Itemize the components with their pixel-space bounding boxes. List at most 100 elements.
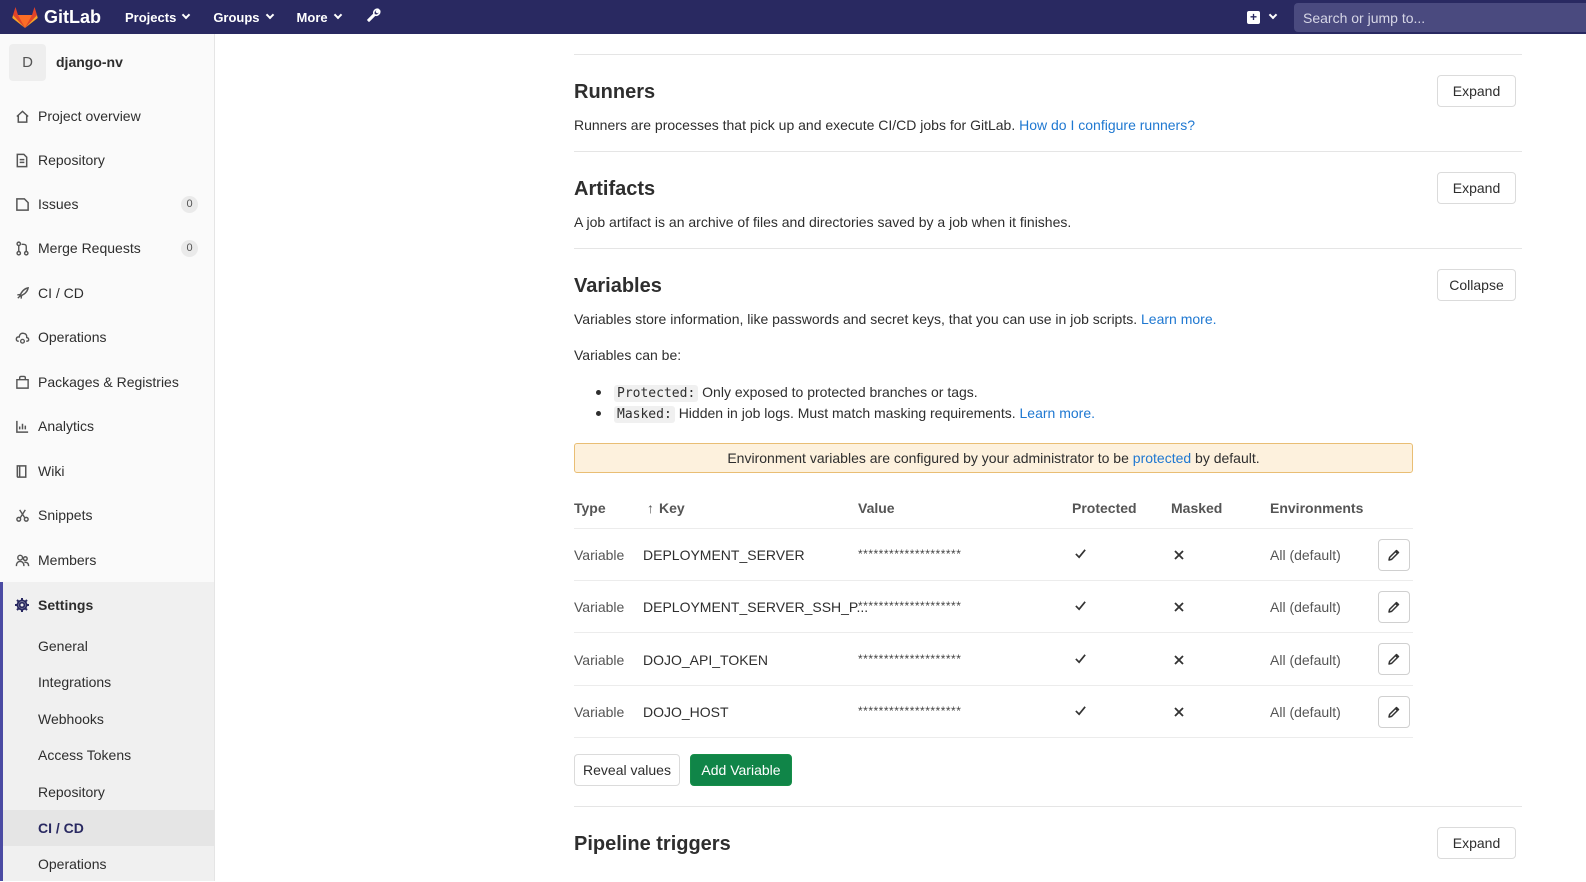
sidebar-item-label: Snippets	[38, 507, 93, 523]
settings-sub-repository[interactable]: Repository	[3, 774, 214, 810]
row-value: ********************	[858, 547, 962, 561]
runners-desc-text: Runners are processes that pick up and e…	[574, 117, 1016, 133]
nav-more[interactable]: More	[297, 10, 342, 25]
table-divider	[574, 737, 1413, 738]
row-value: ********************	[858, 704, 962, 718]
top-navbar: GitLab Projects Groups More + Search or …	[0, 0, 1586, 34]
variables-learn-more-link[interactable]: Learn more.	[1141, 311, 1216, 327]
table-divider	[574, 528, 1413, 529]
sidebar-item-analytics[interactable]: Analytics	[0, 404, 214, 448]
doc-icon	[14, 152, 30, 168]
pencil-icon	[1388, 653, 1400, 665]
sidebar-item-ci-cd[interactable]: CI / CD	[0, 271, 214, 315]
sidebar-item-operations[interactable]: Operations	[0, 315, 214, 359]
issues-count-badge: 0	[181, 195, 198, 213]
new-dropdown-button[interactable]: +	[1247, 10, 1278, 24]
close-icon	[1173, 600, 1185, 616]
row-type: Variable	[574, 652, 625, 668]
navbar-right: + Search or jump to...	[1247, 0, 1586, 34]
list-item: Protected: Only exposed to protected bra…	[596, 382, 1095, 403]
sidebar-item-label: Project overview	[38, 108, 141, 124]
pipeline-triggers-title: Pipeline triggers	[574, 833, 731, 855]
merge-requests-count-badge: 0	[181, 239, 198, 257]
reveal-values-button[interactable]: Reveal values	[574, 754, 680, 786]
bullet-protected: Protected: Only exposed to protected bra…	[614, 384, 978, 402]
settings-sub-ci-cd[interactable]: CI / CD	[3, 810, 214, 846]
protected-link[interactable]: protected	[1133, 450, 1191, 466]
sidebar-item-project-overview[interactable]: Project overview	[0, 94, 214, 138]
sidebar-item-label: Analytics	[38, 418, 95, 434]
check-icon	[1074, 652, 1087, 668]
users-icon	[14, 552, 30, 568]
admin-wrench-icon[interactable]	[365, 7, 381, 28]
configure-runners-link[interactable]: How do I configure runners?	[1019, 117, 1195, 133]
sidebar-item-members[interactable]: Members	[0, 538, 214, 582]
settings-sub-operations[interactable]: Operations	[3, 846, 214, 882]
add-variable-button[interactable]: Add Variable	[690, 754, 792, 786]
variables-desc-text: Variables store information, like passwo…	[574, 311, 1138, 327]
edit-variable-button[interactable]	[1378, 539, 1410, 571]
gitlab-home-link[interactable]: GitLab	[12, 5, 112, 29]
sidebar: D django-nv Project overview Repository …	[0, 34, 215, 881]
row-type: Variable	[574, 704, 625, 720]
project-avatar: D	[9, 43, 46, 81]
row-environment: All (default)	[1270, 704, 1341, 720]
chevron-down-icon	[333, 10, 342, 20]
search-input[interactable]: Search or jump to...	[1294, 3, 1586, 32]
table-divider	[574, 685, 1413, 686]
protected-text: Only exposed to protected branches or ta…	[702, 384, 978, 400]
column-header-key[interactable]: ↑ Key	[647, 500, 685, 516]
protected-variables-alert: Environment variables are configured by …	[574, 443, 1413, 473]
column-header-key-label: Key	[659, 500, 685, 516]
artifacts-title: Artifacts	[574, 178, 656, 200]
pipeline-triggers-expand-button[interactable]: Expand	[1437, 827, 1516, 859]
masked-text: Hidden in job logs. Must match masking r…	[678, 405, 1016, 421]
bullet-masked: Masked: Hidden in job logs. Must match m…	[614, 405, 1095, 423]
nav-projects[interactable]: Projects	[125, 9, 191, 25]
check-icon	[1074, 704, 1087, 720]
sidebar-item-label: Packages & Registries	[38, 374, 179, 390]
nav-groups[interactable]: Groups	[213, 10, 274, 25]
sidebar-item-packages-registries[interactable]: Packages & Registries	[0, 360, 214, 404]
row-value: ********************	[858, 599, 962, 613]
edit-variable-button[interactable]	[1378, 643, 1410, 675]
artifacts-expand-button[interactable]: Expand	[1437, 172, 1516, 204]
sidebar-item-settings[interactable]: Settings	[0, 583, 214, 627]
runners-expand-button[interactable]: Expand	[1437, 75, 1516, 107]
check-icon	[1074, 599, 1087, 615]
column-header-value: Value	[858, 500, 895, 516]
column-header-protected: Protected	[1072, 500, 1137, 516]
sidebar-item-label: Repository	[38, 152, 105, 168]
settings-sub-webhooks[interactable]: Webhooks	[3, 701, 214, 737]
edit-variable-button[interactable]	[1378, 591, 1410, 623]
book-icon	[14, 463, 30, 479]
merge-request-icon	[14, 240, 30, 256]
row-key: DEPLOYMENT_SERVER	[643, 547, 805, 563]
sidebar-item-wiki[interactable]: Wiki	[0, 449, 214, 493]
row-environment: All (default)	[1270, 547, 1341, 563]
variables-collapse-button[interactable]: Collapse	[1437, 269, 1516, 301]
alert-text-pre: Environment variables are configured by …	[727, 450, 1129, 466]
sidebar-item-issues[interactable]: Issues 0	[0, 182, 214, 226]
column-header-type: Type	[574, 500, 606, 516]
sidebar-item-snippets[interactable]: Snippets	[0, 493, 214, 537]
variables-bullet-list: Protected: Only exposed to protected bra…	[596, 382, 1095, 424]
sidebar-item-repository[interactable]: Repository	[0, 138, 214, 182]
table-divider	[574, 580, 1413, 581]
alert-text-post: by default.	[1195, 450, 1260, 466]
sort-arrow-up-icon: ↑	[647, 500, 654, 516]
section-divider	[574, 248, 1522, 249]
sidebar-project-header[interactable]: D django-nv	[0, 34, 214, 90]
chevron-down-icon	[265, 10, 274, 20]
settings-sub-integrations[interactable]: Integrations	[3, 664, 214, 700]
settings-sub-general[interactable]: General	[3, 628, 214, 664]
nav-projects-label: Projects	[125, 9, 177, 25]
masking-learn-more-link[interactable]: Learn more.	[1020, 405, 1095, 421]
sidebar-item-merge-requests[interactable]: Merge Requests 0	[0, 226, 214, 270]
settings-sub-access-tokens[interactable]: Access Tokens	[3, 737, 214, 773]
row-key: DEPLOYMENT_SERVER_SSH_P...	[643, 599, 869, 615]
column-header-environments: Environments	[1270, 500, 1364, 516]
edit-variable-button[interactable]	[1378, 696, 1410, 728]
masked-code: Masked:	[614, 406, 675, 423]
variables-can-be: Variables can be:	[574, 347, 682, 363]
